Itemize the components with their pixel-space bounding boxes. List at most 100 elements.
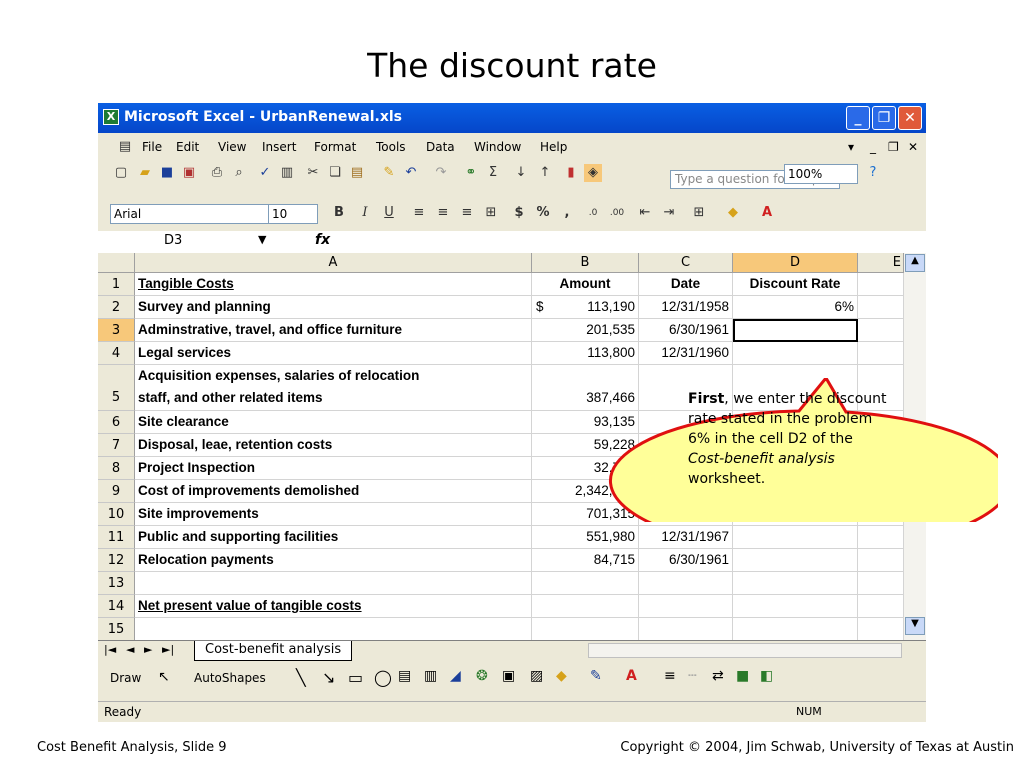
textbox-icon[interactable]: ▤	[398, 668, 411, 684]
format-painter-icon[interactable]: ✎	[380, 164, 398, 182]
cell-a7[interactable]: Disposal, leae, retention costs	[135, 434, 532, 457]
italic-icon[interactable]: I	[356, 204, 374, 222]
font-size-select[interactable]: 10	[268, 204, 318, 224]
font-color-icon[interactable]: A	[758, 204, 776, 222]
cell-b15[interactable]	[532, 618, 639, 641]
menu-tools[interactable]: Tools	[376, 140, 406, 154]
menu-edit[interactable]: Edit	[176, 140, 199, 154]
cell-a14[interactable]: Net present value of tangible costs	[135, 595, 532, 618]
cell-d4[interactable]	[733, 342, 858, 365]
cell-a13[interactable]	[135, 572, 532, 595]
autoshapes-menu[interactable]: AutoShapes	[194, 671, 266, 685]
row-header[interactable]: 10	[98, 503, 135, 526]
cell-e4[interactable]	[858, 342, 904, 365]
shadow-icon[interactable]: ■	[736, 668, 749, 684]
permission-icon[interactable]: ▣	[180, 164, 198, 182]
menu-data[interactable]: Data	[426, 140, 455, 154]
next-sheet-icon[interactable]: ►	[144, 643, 152, 656]
doc-minimize-icon[interactable]: _	[870, 140, 876, 154]
line-color-icon[interactable]: ✎	[590, 668, 602, 684]
underline-icon[interactable]: U	[380, 204, 398, 222]
help-icon[interactable]: ?	[864, 164, 882, 182]
cell-a4[interactable]: Legal services	[135, 342, 532, 365]
cut-icon[interactable]: ✂	[304, 164, 322, 182]
fill-color-draw-icon[interactable]: ◆	[556, 668, 567, 684]
cell-c11[interactable]: 12/31/1967	[639, 526, 733, 549]
last-sheet-icon[interactable]: ►|	[162, 643, 174, 656]
align-left-icon[interactable]: ≡	[410, 204, 428, 222]
cell-d15[interactable]	[733, 618, 858, 641]
cell-c15[interactable]	[639, 618, 733, 641]
oval-icon[interactable]: ◯	[374, 668, 392, 687]
print-preview-icon[interactable]: ⌕	[230, 164, 248, 182]
cell-a10[interactable]: Site improvements	[135, 503, 532, 526]
font-color-draw-icon[interactable]: A	[626, 668, 637, 684]
drawing-icon[interactable]: ◈	[584, 164, 602, 182]
document-icon[interactable]: ▤	[116, 138, 134, 156]
cell-c2[interactable]: 12/31/1958	[639, 296, 733, 319]
scroll-down-icon[interactable]: ▼	[905, 617, 925, 635]
cell-d12[interactable]	[733, 549, 858, 572]
menu-help[interactable]: Help	[540, 140, 567, 154]
row-header[interactable]: 15	[98, 618, 135, 641]
new-icon[interactable]: ▢	[112, 164, 130, 182]
cell-b14[interactable]	[532, 595, 639, 618]
doc-restore-icon[interactable]: ❐	[888, 140, 899, 154]
menu-format[interactable]: Format	[314, 140, 356, 154]
chart-wizard-icon[interactable]: ▮	[562, 164, 580, 182]
cell-d3[interactable]	[733, 319, 858, 342]
spelling-icon[interactable]: ✓	[256, 164, 274, 182]
cell-c4[interactable]: 12/31/1960	[639, 342, 733, 365]
scroll-up-icon[interactable]: ▲	[905, 254, 925, 272]
open-icon[interactable]: ▰	[136, 164, 154, 182]
currency-icon[interactable]: $	[510, 204, 528, 222]
row-header[interactable]: 13	[98, 572, 135, 595]
row-header[interactable]: 8	[98, 457, 135, 480]
cell-a3[interactable]: Adminstrative, travel, and office furnit…	[135, 319, 532, 342]
insert-picture-icon[interactable]: ▨	[530, 668, 543, 684]
cell-e3[interactable]	[858, 319, 904, 342]
sort-descending-icon[interactable]: ↑	[536, 164, 554, 182]
cell-d1[interactable]: Discount Rate	[733, 273, 858, 296]
menu-window[interactable]: Window	[474, 140, 521, 154]
cell-c3[interactable]: 6/30/1961	[639, 319, 733, 342]
select-all-corner[interactable]	[98, 253, 135, 273]
column-header-a[interactable]: A	[135, 253, 532, 273]
cell-d14[interactable]	[733, 595, 858, 618]
sheet-tab-cost-benefit[interactable]: Cost-benefit analysis	[194, 641, 353, 661]
increase-indent-icon[interactable]: ⇥	[660, 204, 678, 222]
comma-style-icon[interactable]: ,	[558, 204, 576, 222]
restore-button[interactable]: ❐	[872, 106, 896, 130]
3d-icon[interactable]: ◧	[760, 668, 773, 684]
row-header[interactable]: 11	[98, 526, 135, 549]
cell-b1[interactable]: Amount	[532, 273, 639, 296]
row-header[interactable]: 9	[98, 480, 135, 503]
line-style-icon[interactable]: ≡	[664, 668, 676, 684]
column-header-e[interactable]: E	[858, 253, 904, 273]
wordart-icon[interactable]: ▥	[424, 668, 437, 684]
cell-a2[interactable]: Survey and planning	[135, 296, 532, 319]
cell-b13[interactable]	[532, 572, 639, 595]
clipart-icon[interactable]: ❂	[476, 668, 488, 684]
minimize-button[interactable]: _	[846, 106, 870, 130]
decrease-decimal-icon[interactable]: .00	[608, 204, 626, 222]
column-header-b[interactable]: B	[532, 253, 639, 273]
horizontal-scrollbar[interactable]	[588, 643, 902, 658]
cell-c1[interactable]: Date	[639, 273, 733, 296]
paste-icon[interactable]: ▤	[348, 164, 366, 182]
column-header-d[interactable]: D	[733, 253, 858, 273]
menu-view[interactable]: View	[218, 140, 246, 154]
cell-b3[interactable]: 201,535	[532, 319, 639, 342]
line-icon[interactable]: ╲	[296, 668, 306, 687]
cell-d2[interactable]: 6%	[733, 296, 858, 319]
align-right-icon[interactable]: ≡	[458, 204, 476, 222]
cell-e11[interactable]	[858, 526, 904, 549]
borders-icon[interactable]: ⊞	[690, 204, 708, 222]
font-name-select[interactable]: Arial	[110, 204, 270, 224]
cell-e15[interactable]	[858, 618, 904, 641]
cell-d11[interactable]	[733, 526, 858, 549]
cell-c13[interactable]	[639, 572, 733, 595]
rectangle-icon[interactable]: ▭	[348, 668, 363, 687]
cell-b4[interactable]: 113,800	[532, 342, 639, 365]
percent-icon[interactable]: %	[534, 204, 552, 222]
